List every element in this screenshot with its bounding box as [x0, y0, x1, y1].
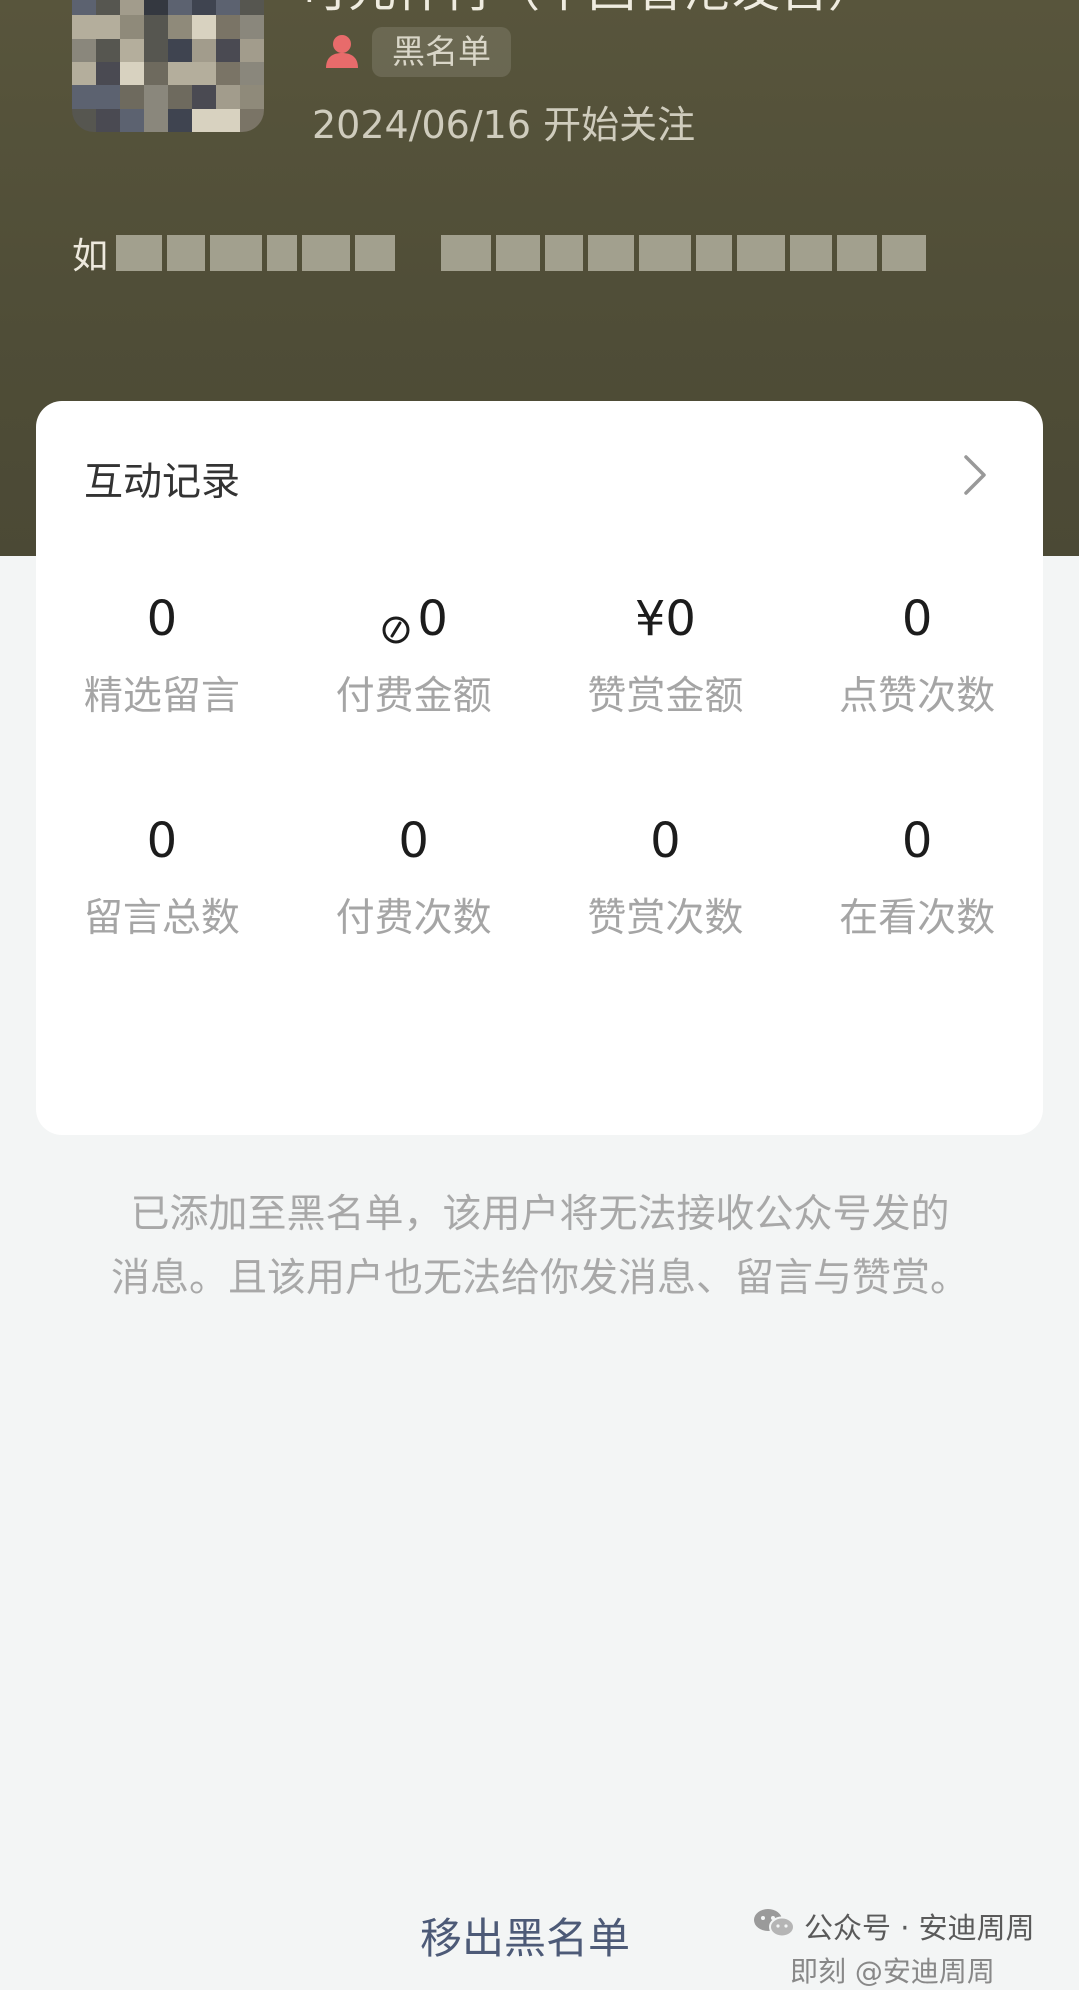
blacklist-notice: 已添加至黑名单，该用户将无法接收公众号发的 消息。且该用户也无法给你发消息、留言…	[90, 1183, 990, 1311]
blacklist-label: 黑名单	[372, 27, 511, 77]
stat-value: ¥0	[634, 591, 696, 647]
notice-line: 消息。且该用户也无法给你发消息、留言与赞赏。	[110, 1256, 969, 1301]
wechat-icon	[752, 1906, 796, 1947]
remove-from-blacklist-button[interactable]: 移出黑名单	[420, 1905, 630, 1966]
avatar-pixel	[240, 15, 264, 39]
avatar-pixel	[72, 108, 96, 132]
avatar-pixel	[144, 108, 168, 132]
notice-line: 已添加至黑名单，该用户将无法接收公众号发的	[130, 1192, 950, 1237]
stat-paid-amount: 0 付费金额	[288, 591, 540, 721]
watermark: 公众号 · 安迪周周	[752, 1905, 1035, 1947]
avatar-pixel	[168, 62, 192, 86]
avatar-pixel	[192, 38, 216, 62]
avatar-pixel	[96, 0, 120, 16]
avatar-pixel	[144, 0, 168, 16]
avatar-pixel	[192, 0, 216, 16]
avatar-pixel	[216, 62, 240, 86]
stat-label: 点赞次数	[839, 674, 996, 719]
avatar-pixel	[144, 38, 168, 62]
stat-value: 0	[901, 591, 933, 647]
stat-label: 精选留言	[83, 674, 240, 719]
avatar-pixel	[168, 15, 192, 39]
interaction-card: 互动记录 0 精选留言 0 付费金额 ¥0 赞赏金额 0 点赞次数 0 留言总数…	[36, 401, 1043, 1135]
avatar-pixel	[240, 38, 264, 62]
avatar-pixel	[120, 108, 144, 132]
avatar-pixel	[192, 62, 216, 86]
avatar-pixel	[192, 15, 216, 39]
stat-value: 0	[901, 813, 933, 869]
avatar-pixel	[96, 38, 120, 62]
avatar-pixel	[240, 62, 264, 86]
avatar-pixel	[240, 0, 264, 16]
stat-like-count: 0 点赞次数	[791, 591, 1043, 721]
avatar-pixel	[192, 85, 216, 109]
avatar-pixel	[192, 108, 216, 132]
stat-featured-comments: 0 精选留言	[36, 591, 288, 721]
card-title[interactable]: 互动记录	[84, 451, 240, 507]
avatar-pixel	[168, 38, 192, 62]
user-icon	[322, 32, 362, 72]
stat-label: 赞赏次数	[587, 896, 744, 941]
stat-reward-count: 0 赞赏次数	[540, 813, 792, 943]
stat-label: 付费金额	[335, 674, 492, 719]
profile-bio: 如	[72, 226, 927, 280]
stats-grid: 0 精选留言 0 付费金额 ¥0 赞赏金额 0 点赞次数 0 留言总数 0 付费…	[36, 591, 1043, 943]
watermark-subtext: 即刻 @安迪周周	[790, 1955, 995, 1988]
stat-label: 留言总数	[83, 896, 240, 941]
chevron-right-icon[interactable]	[955, 455, 995, 495]
avatar-pixel	[216, 85, 240, 109]
avatar-pixel	[96, 108, 120, 132]
avatar-pixel	[120, 62, 144, 86]
avatar-pixel	[216, 38, 240, 62]
avatar-pixel	[120, 85, 144, 109]
stat-view-count: 0 在看次数	[791, 813, 1043, 943]
avatar-pixel	[120, 38, 144, 62]
watermark-text: 公众号 · 安迪周周	[804, 1911, 1035, 1945]
avatar-pixel	[120, 0, 144, 16]
avatar-pixel	[168, 108, 192, 132]
stat-label: 在看次数	[839, 896, 996, 941]
coin-icon	[379, 602, 413, 644]
stat-label: 付费次数	[335, 896, 492, 941]
avatar-pixel	[216, 0, 240, 16]
avatar-pixel	[240, 85, 264, 109]
avatar-pixel	[72, 15, 96, 39]
avatar-pixel	[168, 85, 192, 109]
avatar-pixel	[120, 15, 144, 39]
stat-value: 0	[146, 591, 178, 647]
avatar-pixel	[168, 0, 192, 16]
avatar-pixel	[72, 62, 96, 86]
avatar-pixel	[144, 85, 168, 109]
follow-date: 2024/06/16 开始关注	[312, 103, 696, 147]
stat-value: 0	[650, 813, 681, 869]
avatar-pixel	[96, 15, 120, 39]
avatar-pixel	[216, 108, 240, 132]
avatar-pixel	[240, 108, 264, 132]
stat-value: 0	[146, 813, 178, 869]
avatar-pixel	[144, 15, 168, 39]
avatar-pixel	[96, 62, 120, 86]
profile-name: 可元什肖（中国香港发售）	[300, 0, 1020, 14]
avatar-pixel	[72, 85, 96, 109]
stat-value: 0	[398, 813, 429, 869]
blacklist-tag: 黑名单	[322, 27, 511, 77]
avatar-pixel	[144, 62, 168, 86]
bio-text: 如	[72, 236, 109, 277]
avatar-pixel	[96, 85, 120, 109]
stat-paid-count: 0 付费次数	[288, 813, 540, 943]
avatar-pixel	[72, 38, 96, 62]
stat-value: 0	[288, 591, 540, 647]
bio-redacted	[116, 235, 927, 271]
avatar-pixel	[216, 15, 240, 39]
stat-reward-amount: ¥0 赞赏金额	[540, 591, 792, 721]
stat-label: 赞赏金额	[587, 674, 744, 719]
avatar[interactable]	[72, 0, 264, 132]
avatar-pixel	[72, 0, 96, 16]
stat-comment-total: 0 留言总数	[36, 813, 288, 943]
